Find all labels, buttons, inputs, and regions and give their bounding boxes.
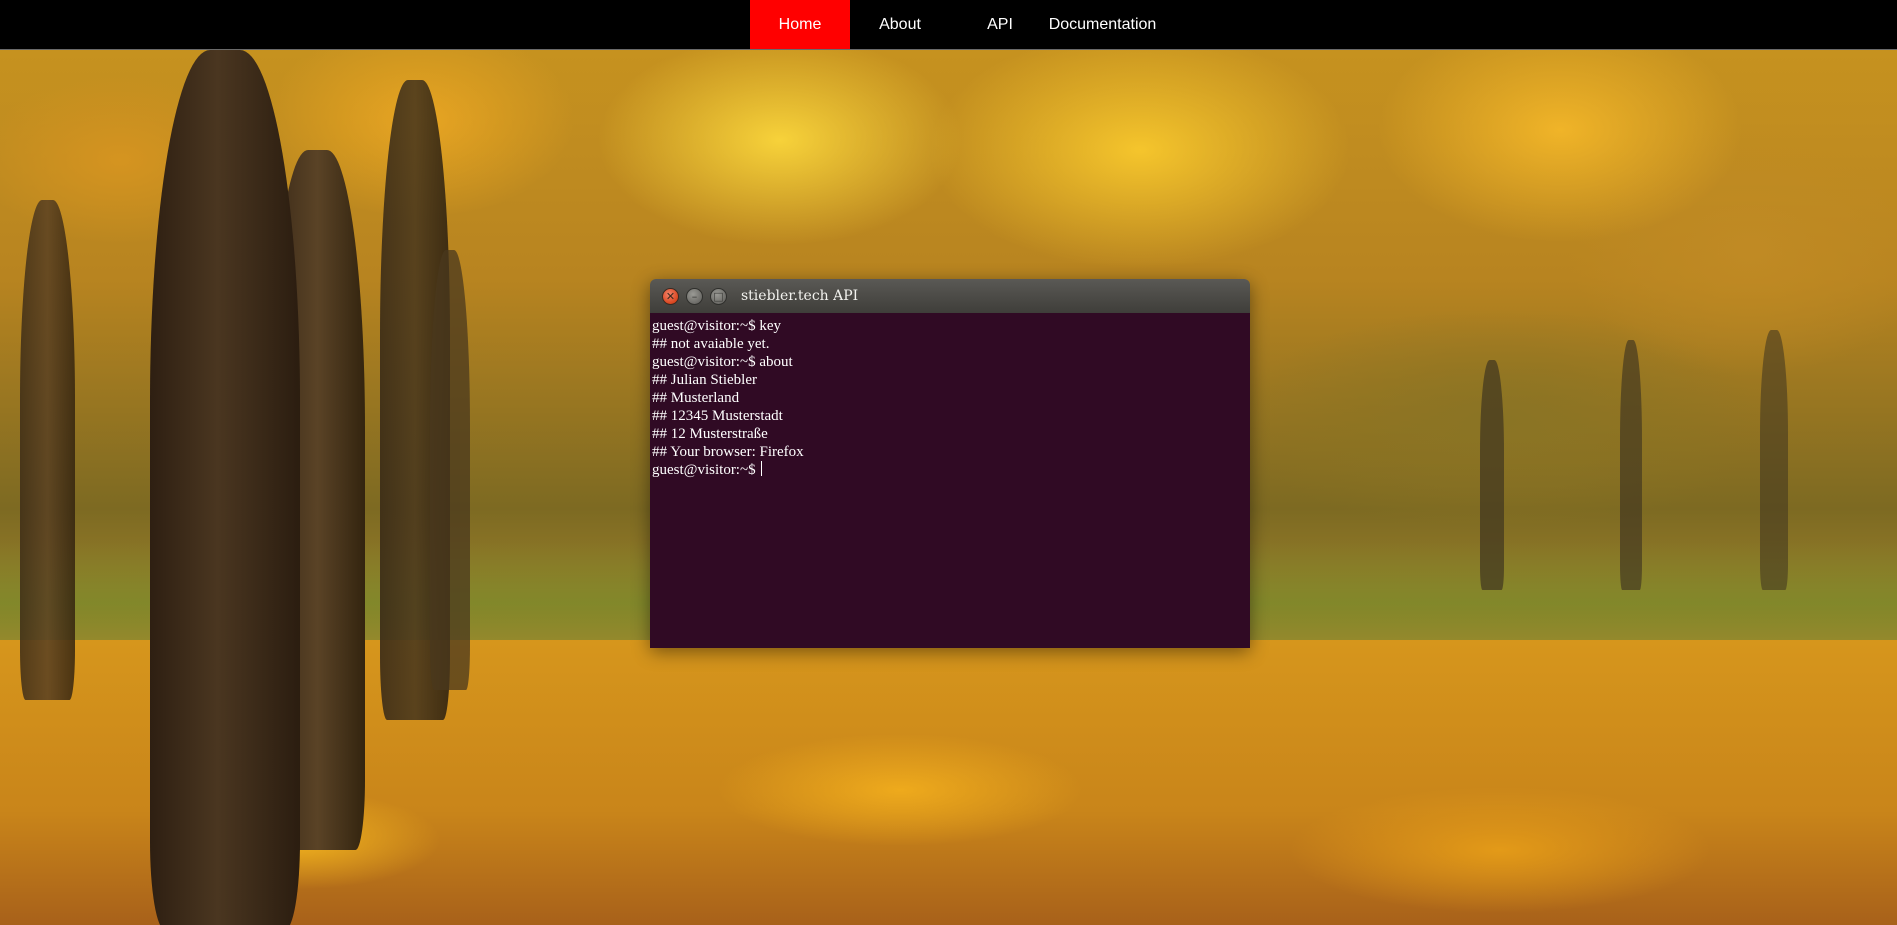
- close-button[interactable]: ✕: [662, 288, 679, 305]
- tree-trunk: [1480, 360, 1504, 590]
- tree-trunk: [1620, 340, 1642, 590]
- close-icon: ✕: [665, 290, 676, 303]
- minimize-button[interactable]: –: [686, 288, 703, 305]
- terminal-title: stiebler.tech API: [741, 288, 859, 304]
- nav-about[interactable]: About: [850, 0, 950, 49]
- maximize-icon: □: [713, 290, 724, 303]
- terminal-line: ## not avaiable yet.: [652, 336, 770, 352]
- terminal-line: guest@visitor:~$ about: [652, 354, 793, 370]
- terminal-line: ## Musterland: [652, 390, 740, 406]
- tree-trunk: [150, 50, 300, 925]
- terminal-line: ## Julian Stiebler: [652, 372, 757, 388]
- top-navbar: Home About API Documentation: [0, 0, 1897, 50]
- text-cursor: [761, 461, 763, 476]
- terminal-titlebar[interactable]: ✕ – □ stiebler.tech API: [650, 279, 1250, 313]
- terminal-line: ## 12345 Musterstadt: [652, 408, 783, 424]
- terminal-line: ## Your browser: Firefox: [652, 444, 804, 460]
- nav-home[interactable]: Home: [750, 0, 850, 49]
- terminal-prompt-line[interactable]: guest@visitor:~$: [652, 461, 1248, 479]
- minimize-icon: –: [691, 290, 698, 303]
- nav-documentation[interactable]: Documentation: [1040, 0, 1165, 49]
- terminal-line: ## 12 Musterstraße: [652, 426, 768, 442]
- tree-trunk: [1760, 330, 1788, 590]
- tree-trunk: [430, 250, 470, 690]
- terminal-prompt: guest@visitor:~$: [652, 462, 760, 478]
- tree-trunk: [20, 200, 75, 700]
- maximize-button[interactable]: □: [710, 288, 727, 305]
- nav-api[interactable]: API: [950, 0, 1050, 49]
- terminal-line: guest@visitor:~$ key: [652, 318, 782, 334]
- terminal-output[interactable]: guest@visitor:~$ key ## not avaiable yet…: [650, 313, 1250, 648]
- terminal-window: ✕ – □ stiebler.tech API guest@visitor:~$…: [650, 279, 1250, 648]
